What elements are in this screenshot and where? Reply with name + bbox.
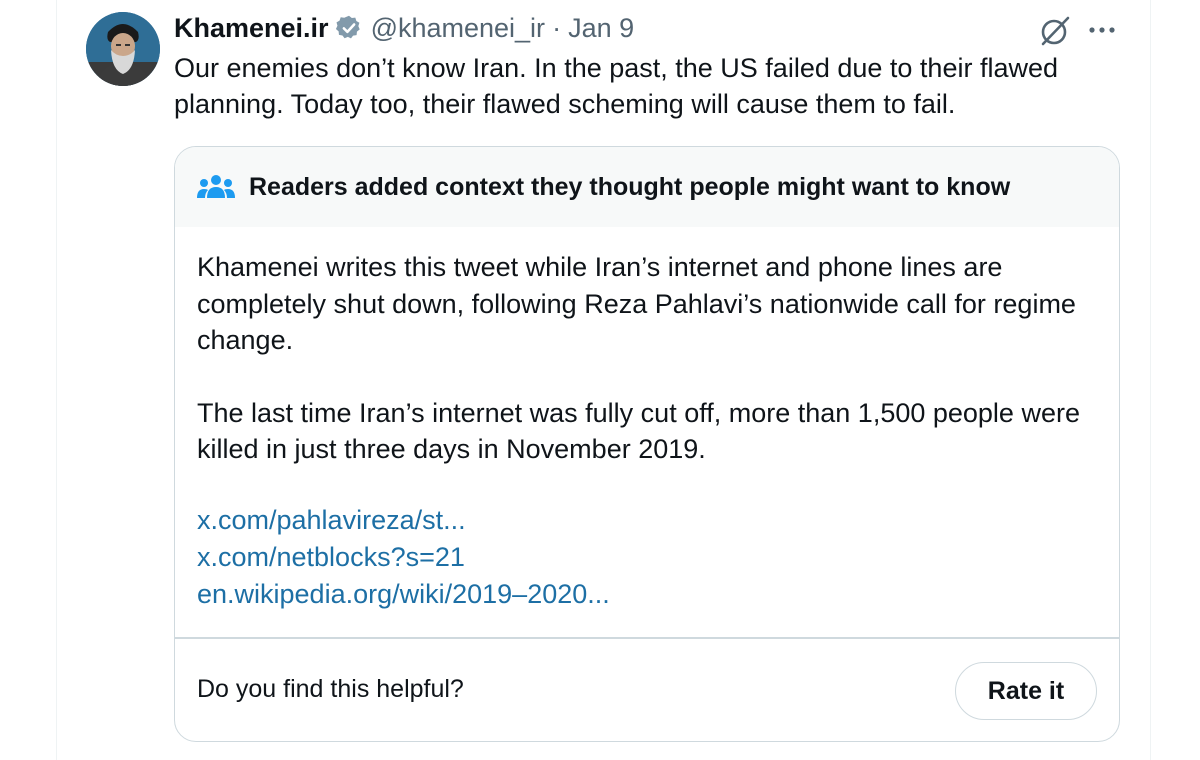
note-divider	[175, 637, 1119, 639]
grok-icon[interactable]	[1038, 14, 1072, 48]
community-note-title: Readers added context they thought peopl…	[249, 172, 1011, 201]
community-note-header: Readers added context they thought peopl…	[175, 147, 1119, 227]
author-handle[interactable]: @khamenei_ir	[371, 13, 546, 44]
note-source-link[interactable]: x.com/netblocks?s=21	[197, 539, 610, 576]
helpful-question: Do you find this helpful?	[197, 675, 464, 703]
tweet-date[interactable]: Jan 9	[568, 13, 634, 44]
tweet-text: Our enemies don’t know Iran. In the past…	[174, 53, 1058, 119]
community-note-body: Khamenei writes this tweet while Iran’s …	[197, 249, 1097, 468]
note-source-links: x.com/pahlavireza/st... x.com/netblocks?…	[197, 502, 610, 613]
note-source-link[interactable]: x.com/pahlavireza/st...	[197, 502, 610, 539]
more-options-icon[interactable]	[1085, 16, 1119, 44]
note-paragraph: The last time Iran’s internet was fully …	[197, 397, 1080, 465]
community-note-card: Readers added context they thought peopl…	[174, 146, 1120, 742]
header-separator: ·	[552, 12, 562, 43]
timeline-border-left	[56, 0, 57, 760]
user-avatar[interactable]	[86, 12, 160, 86]
avatar-image	[86, 12, 160, 86]
timeline-border-right	[1150, 0, 1151, 760]
tweet-header: Khamenei.ir @khamenei_ir · Jan 9	[174, 10, 634, 46]
people-icon	[197, 175, 235, 198]
note-source-link[interactable]: en.wikipedia.org/wiki/2019–2020...	[197, 576, 610, 613]
verified-badge-icon[interactable]	[335, 14, 363, 42]
author-display-name[interactable]: Khamenei.ir	[174, 13, 329, 44]
note-paragraph: Khamenei writes this tweet while Iran’s …	[197, 252, 1076, 355]
rate-it-button[interactable]: Rate it	[955, 662, 1097, 720]
